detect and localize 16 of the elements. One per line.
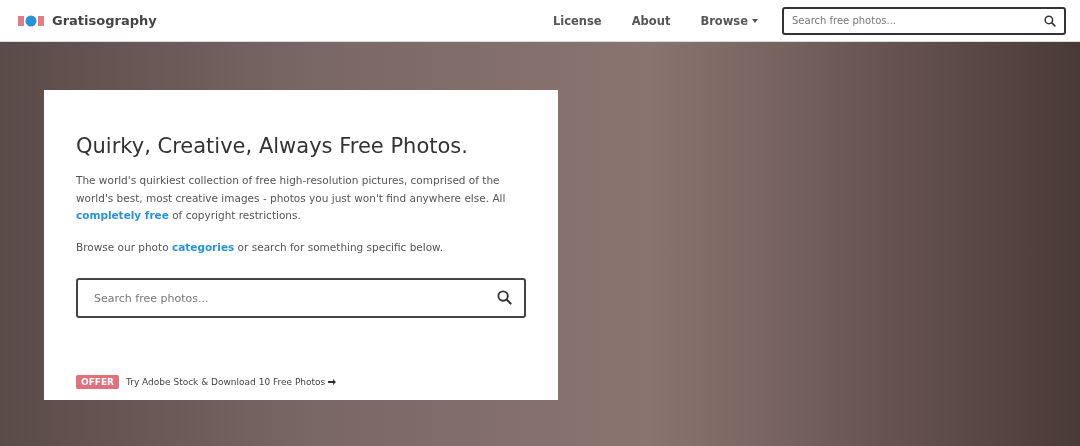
caret-icon [752, 18, 758, 23]
nav-link[interactable]: License [542, 9, 612, 32]
nav-link[interactable]: About [621, 9, 681, 32]
intro-text: The world's quirkiest collection of free high-resolution pictures, comprised of the world's best, most creative images - photos you just won't find anywhere else. All completely free of copyright restrictions. [76, 173, 507, 223]
site-name: Gratisography [52, 13, 157, 28]
nav-link[interactable]: Browse [690, 9, 768, 32]
intro-text: Browse our photo categories or search for something specific below. [76, 239, 445, 255]
offer-link[interactable]: Try Adobe Stock & Download 10 Free Photos [126, 377, 337, 387]
logo-icon [18, 14, 44, 27]
hero-title: Quirky, Creative, Always Free Photos. [76, 134, 469, 158]
search-icon [1044, 14, 1056, 27]
offer-badge: OFFER [76, 375, 120, 389]
search-icon [497, 290, 512, 305]
search-field[interactable]: Search free photos... [782, 6, 1066, 35]
arrow-icon [328, 378, 337, 386]
search-field[interactable]: Search free photos... [76, 278, 526, 318]
